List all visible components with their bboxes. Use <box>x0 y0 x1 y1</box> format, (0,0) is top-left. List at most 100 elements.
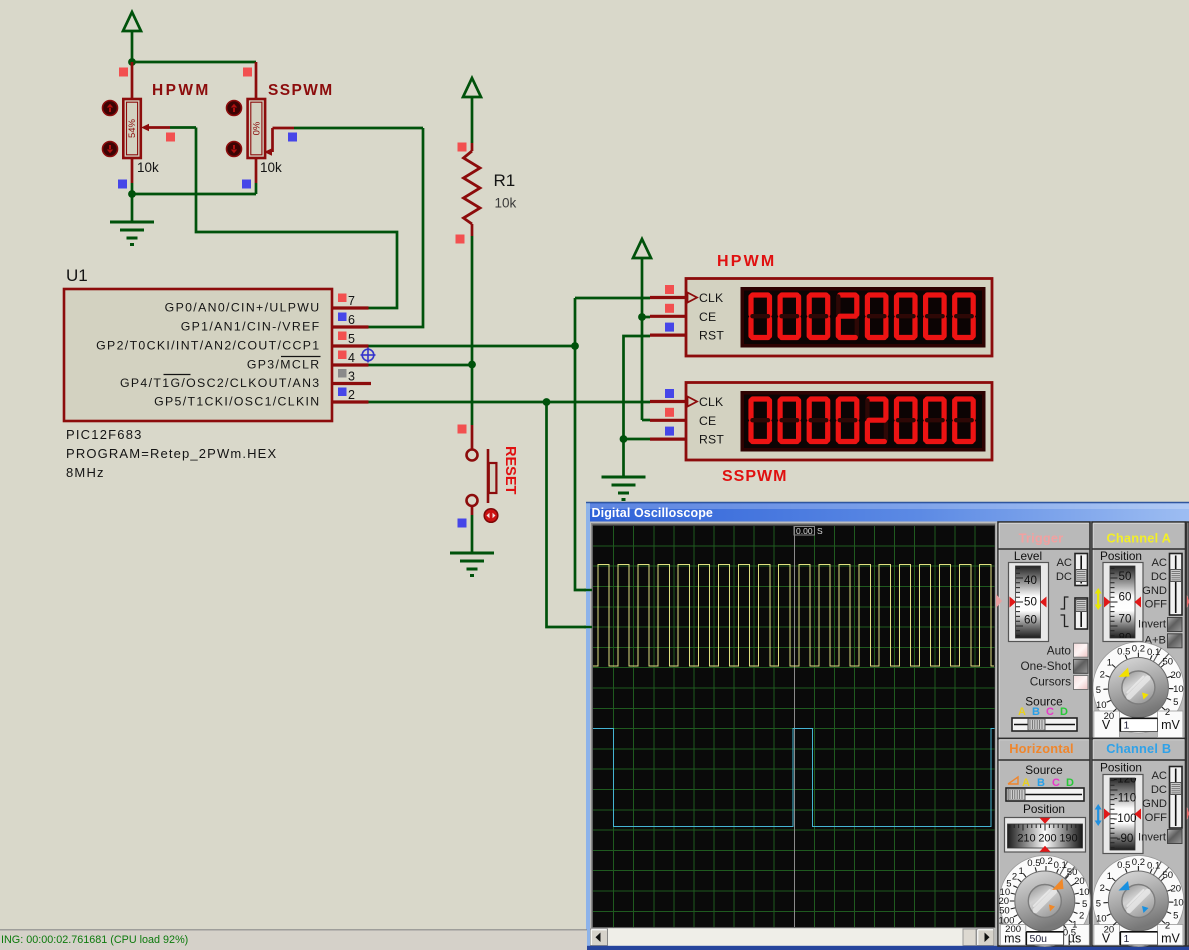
svg-text:R1: R1 <box>494 171 516 190</box>
svg-text:20: 20 <box>1170 670 1181 681</box>
svg-text:RESET: RESET <box>502 446 518 494</box>
svg-text:50u: 50u <box>1030 933 1048 945</box>
svg-text:Channel B: Channel B <box>1106 741 1171 756</box>
svg-text:2: 2 <box>1165 921 1170 932</box>
svg-text:0.5: 0.5 <box>1117 860 1130 871</box>
svg-text:50: 50 <box>1119 570 1132 583</box>
svg-text:µs: µs <box>1068 932 1081 946</box>
svg-text:2: 2 <box>1079 910 1084 921</box>
svg-text:5: 5 <box>1006 879 1011 890</box>
svg-text:GP2/T0CKI/INT/AN2/COUT/CCP1: GP2/T0CKI/INT/AN2/COUT/CCP1 <box>96 339 320 353</box>
svg-text:5: 5 <box>1173 697 1178 708</box>
svg-text:-90: -90 <box>1117 832 1134 845</box>
svg-text:V: V <box>1102 932 1111 946</box>
svg-text:DC: DC <box>1151 571 1167 583</box>
svg-text:HPWM: HPWM <box>152 82 211 99</box>
svg-text:DC: DC <box>1151 784 1167 796</box>
svg-text:5: 5 <box>1082 899 1087 910</box>
svg-text:200: 200 <box>1038 833 1056 845</box>
svg-text:10: 10 <box>1096 700 1107 711</box>
svg-text:1: 1 <box>1107 657 1112 668</box>
svg-text:GP5/T1CKI/OSC1/CLKIN: GP5/T1CKI/OSC1/CLKIN <box>154 395 320 409</box>
svg-text:0.2: 0.2 <box>1040 856 1053 867</box>
svg-text:0.00: 0.00 <box>796 526 813 536</box>
svg-text:50: 50 <box>1024 596 1037 609</box>
svg-text:A: A <box>1018 706 1026 718</box>
svg-text:OFF: OFF <box>1145 599 1168 611</box>
svg-text:AC: AC <box>1151 557 1167 569</box>
svg-text:GND: GND <box>1142 585 1167 597</box>
svg-text:S: S <box>817 526 823 536</box>
svg-text:0.1: 0.1 <box>1054 860 1067 871</box>
svg-text:Digital Oscilloscope: Digital Oscilloscope <box>592 506 713 520</box>
svg-text:D: D <box>1060 706 1068 718</box>
svg-text:Trigger: Trigger <box>1019 531 1064 546</box>
svg-text:3: 3 <box>348 370 355 384</box>
svg-text:8MHz: 8MHz <box>66 465 105 480</box>
svg-text:Level: Level <box>1014 549 1042 563</box>
svg-text:0.5: 0.5 <box>1117 647 1130 658</box>
svg-text:2: 2 <box>348 388 355 402</box>
svg-text:5: 5 <box>1096 685 1101 696</box>
svg-text:10k: 10k <box>137 160 159 175</box>
svg-text:PROGRAM=Retep_2PWm.HEX: PROGRAM=Retep_2PWm.HEX <box>66 446 277 461</box>
svg-text:2: 2 <box>1100 883 1105 894</box>
svg-text:50: 50 <box>1162 656 1173 667</box>
svg-text:40: 40 <box>1024 574 1037 587</box>
svg-text:RST: RST <box>699 329 724 343</box>
svg-text:Cursors: Cursors <box>1030 675 1071 689</box>
svg-text:OFF: OFF <box>1145 812 1168 824</box>
svg-text:Position: Position <box>1100 761 1142 775</box>
svg-text:10: 10 <box>1096 914 1107 925</box>
svg-text:70: 70 <box>1119 613 1132 626</box>
svg-text:DC: DC <box>1056 571 1072 583</box>
svg-text:5: 5 <box>1096 898 1101 909</box>
svg-text:10: 10 <box>1079 887 1090 898</box>
svg-text:10k: 10k <box>495 196 517 211</box>
svg-text:B: B <box>1032 706 1040 718</box>
svg-text:6: 6 <box>348 313 355 327</box>
svg-text:GP1/AN1/CIN-/VREF: GP1/AN1/CIN-/VREF <box>181 320 321 334</box>
svg-text:20: 20 <box>1170 883 1181 894</box>
svg-text:2: 2 <box>1100 670 1105 681</box>
svg-text:U1: U1 <box>66 266 88 285</box>
svg-text:mV: mV <box>1161 932 1180 946</box>
svg-text:5: 5 <box>1173 911 1178 922</box>
svg-text:CLK: CLK <box>699 395 723 409</box>
svg-text:10k: 10k <box>260 160 282 175</box>
svg-text:Invert: Invert <box>1138 619 1167 631</box>
svg-text:0%: 0% <box>251 121 262 135</box>
svg-text:V: V <box>1102 718 1111 732</box>
svg-text:10: 10 <box>1173 684 1184 695</box>
svg-text:Source: Source <box>1025 695 1063 709</box>
svg-text:190: 190 <box>1059 833 1077 845</box>
svg-text:-100: -100 <box>1113 812 1136 825</box>
svg-text:C: C <box>1046 706 1054 718</box>
svg-text:SSPWM: SSPWM <box>722 468 787 485</box>
svg-text:100: 100 <box>999 916 1015 927</box>
svg-text:Position: Position <box>1100 549 1142 563</box>
svg-text:CE: CE <box>699 414 716 428</box>
svg-text:HPWM: HPWM <box>717 253 776 270</box>
svg-text:1: 1 <box>1107 871 1112 882</box>
svg-text:SSPWM: SSPWM <box>268 82 334 99</box>
svg-text:GP4/T1G/OSC2/CLKOUT/AN3: GP4/T1G/OSC2/CLKOUT/AN3 <box>120 376 321 390</box>
svg-text:ms: ms <box>1004 932 1021 946</box>
svg-text:20: 20 <box>1074 876 1085 887</box>
svg-text:GP3/MCLR: GP3/MCLR <box>247 358 321 372</box>
svg-text:50: 50 <box>1162 870 1173 881</box>
svg-text:Position: Position <box>1023 802 1065 816</box>
svg-text:2: 2 <box>1012 872 1017 883</box>
svg-text:0.5: 0.5 <box>1027 858 1040 869</box>
svg-text:RST: RST <box>699 433 724 447</box>
svg-text:AC: AC <box>1056 557 1072 569</box>
svg-text:CLK: CLK <box>699 291 723 305</box>
svg-text:1: 1 <box>1124 720 1130 732</box>
svg-text:AC: AC <box>1151 770 1167 782</box>
svg-text:10: 10 <box>1173 898 1184 909</box>
svg-text:GP0/AN0/CIN+/ULPWU: GP0/AN0/CIN+/ULPWU <box>165 301 321 315</box>
svg-text:One-Shot: One-Shot <box>1021 659 1072 673</box>
svg-text:Source: Source <box>1025 763 1063 777</box>
svg-text:Horizontal: Horizontal <box>1009 741 1074 756</box>
svg-text:Auto: Auto <box>1047 644 1072 658</box>
